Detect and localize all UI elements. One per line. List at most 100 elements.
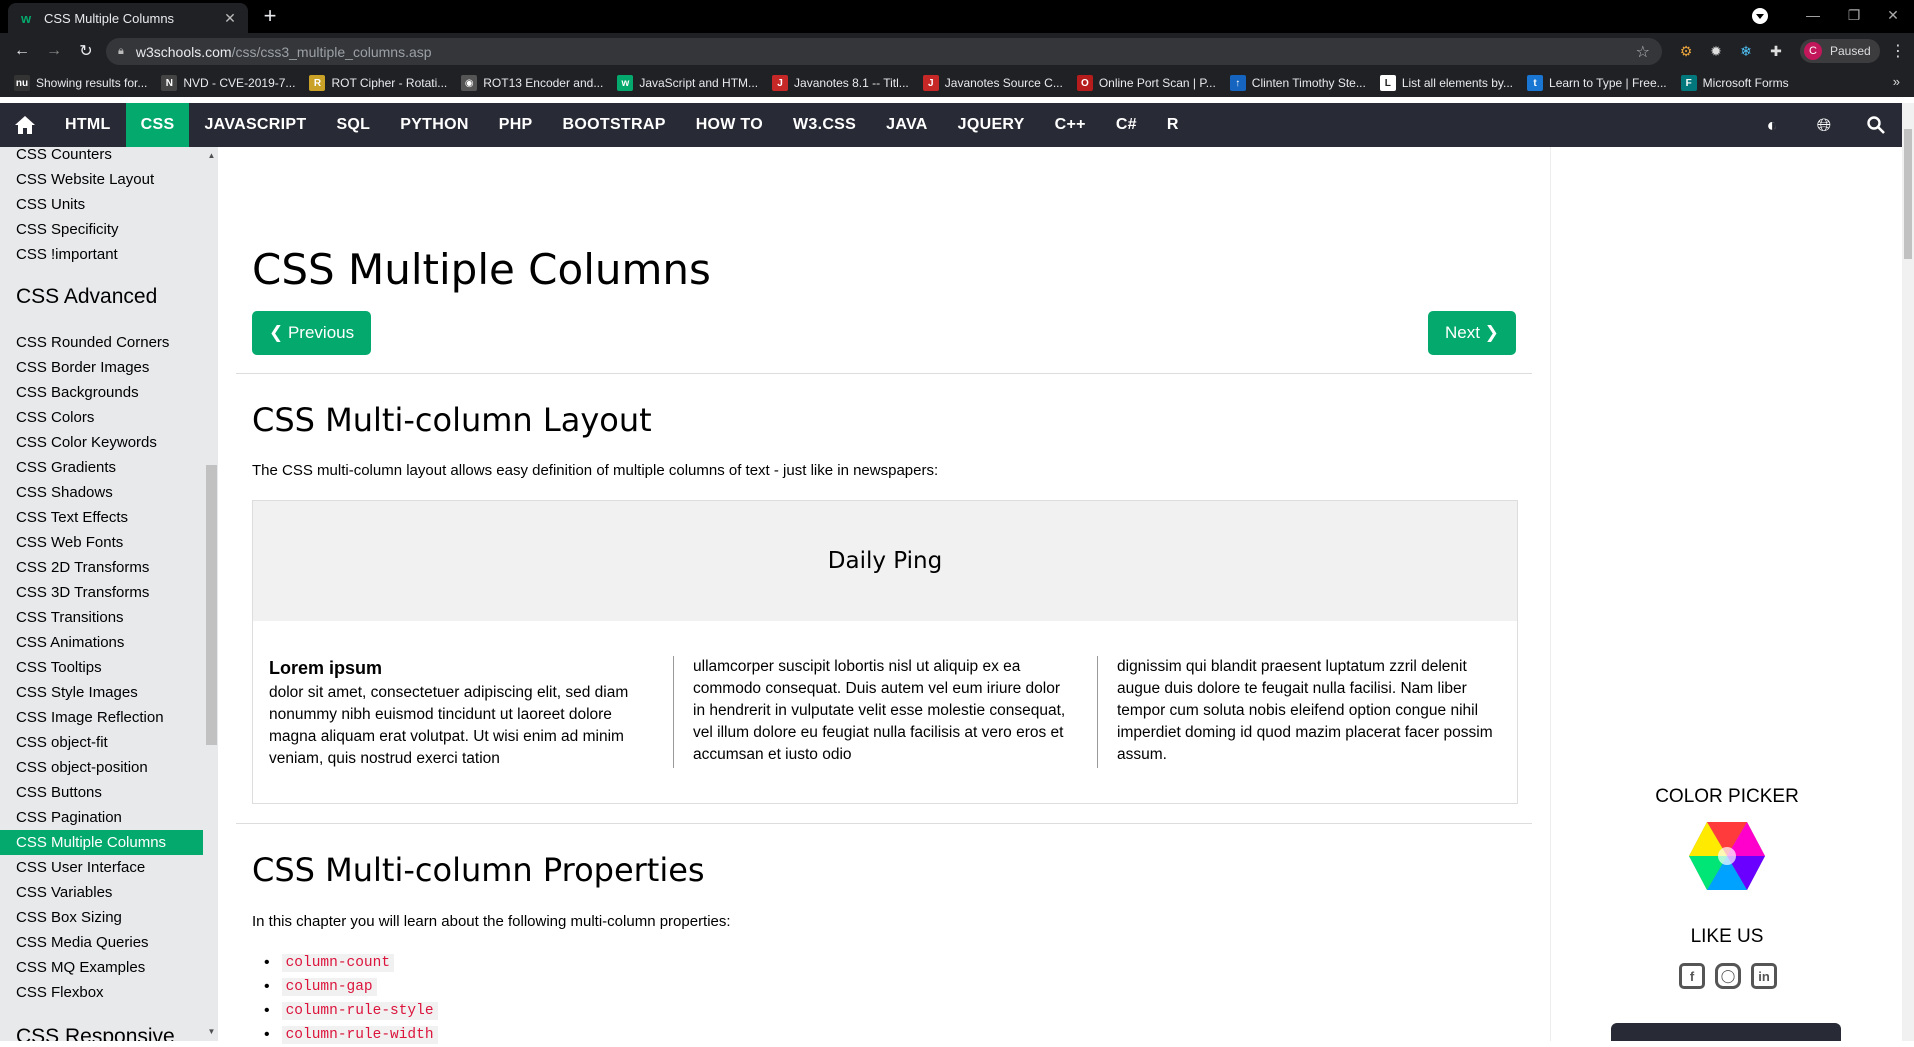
- nav-link[interactable]: SQL: [321, 103, 385, 147]
- bookmark-item[interactable]: ◉ ROT13 Encoder and...: [461, 75, 603, 91]
- bookmark-item[interactable]: O Online Port Scan | P...: [1076, 75, 1216, 91]
- sidebar-scroll-down-icon[interactable]: ▼: [206, 1027, 217, 1036]
- search-icon[interactable]: [1850, 103, 1902, 147]
- nav-link[interactable]: JAVA: [871, 103, 943, 147]
- tab-close-icon[interactable]: ✕: [222, 10, 238, 27]
- sidebar-item[interactable]: CSS Buttons: [0, 780, 203, 805]
- sidebar-item[interactable]: CSS Media Queries: [0, 930, 203, 955]
- nav-link[interactable]: HTML: [50, 103, 126, 147]
- forward-arrow-icon[interactable]: →: [42, 39, 66, 63]
- dark-mode-icon[interactable]: ◐: [1746, 103, 1798, 147]
- next-button[interactable]: Next ❯: [1428, 311, 1516, 355]
- home-icon[interactable]: [0, 103, 50, 147]
- sidebar-item[interactable]: CSS Colors: [0, 405, 203, 430]
- bookmark-item[interactable]: L List all elements by...: [1379, 75, 1513, 91]
- sidebar-item[interactable]: CSS Counters: [0, 147, 203, 167]
- back-arrow-icon[interactable]: ←: [10, 39, 34, 63]
- property-code[interactable]: column-rule-width: [281, 1026, 438, 1044]
- property-code[interactable]: column-rule-style: [281, 1002, 438, 1020]
- bookmark-item[interactable]: t Learn to Type | Free...: [1527, 75, 1667, 91]
- instagram-icon[interactable]: ◯: [1715, 963, 1741, 989]
- bookmark-item[interactable]: J Javanotes 8.1 -- Titl...: [772, 75, 909, 91]
- sidebar-scroll-up-icon[interactable]: ▲: [206, 151, 217, 160]
- sidebar-item[interactable]: CSS Gradients: [0, 455, 203, 480]
- reload-icon[interactable]: ↻: [74, 39, 98, 63]
- page-scroll-thumb[interactable]: [1904, 129, 1912, 259]
- sidebar-item[interactable]: CSS Color Keywords: [0, 430, 203, 455]
- sidebar-item[interactable]: CSS Animations: [0, 630, 203, 655]
- browser-menu-icon[interactable]: ⋮: [1890, 41, 1906, 61]
- minimize-button[interactable]: —: [1790, 0, 1836, 30]
- nav-link[interactable]: C++: [1040, 103, 1101, 147]
- bookmark-label: NVD - CVE-2019-7...: [183, 76, 296, 90]
- browser-tab[interactable]: w CSS Multiple Columns ✕: [8, 3, 248, 33]
- nav-link[interactable]: C#: [1101, 103, 1152, 147]
- sidebar-item[interactable]: CSS Tooltips: [0, 655, 203, 680]
- sidebar-item[interactable]: CSS Rounded Corners: [0, 330, 203, 355]
- new-tab-button[interactable]: +: [258, 4, 282, 28]
- bookmark-favicon-icon: nu: [14, 75, 30, 91]
- sidebar-item[interactable]: CSS Pagination: [0, 805, 203, 830]
- bookmark-item[interactable]: nu Showing results for...: [14, 75, 147, 91]
- nav-link[interactable]: CSS: [125, 103, 190, 147]
- sidebar-item[interactable]: CSS Web Fonts: [0, 530, 203, 555]
- sidebar-item[interactable]: CSS Backgrounds: [0, 380, 203, 405]
- bookmark-item[interactable]: R ROT Cipher - Rotati...: [309, 75, 447, 91]
- sidebar-item[interactable]: CSS Multiple Columns: [0, 830, 203, 855]
- bookmark-item[interactable]: w JavaScript and HTM...: [617, 75, 758, 91]
- sidebar-item[interactable]: CSS User Interface: [0, 855, 203, 880]
- sidebar-item[interactable]: CSS Box Sizing: [0, 905, 203, 930]
- nav-link[interactable]: JAVASCRIPT: [189, 103, 321, 147]
- close-window-button[interactable]: ✕: [1872, 0, 1914, 30]
- bookmark-favicon-icon: N: [161, 75, 178, 91]
- sidebar-item[interactable]: CSS Transitions: [0, 605, 203, 630]
- sidebar-item[interactable]: CSS Image Reflection: [0, 705, 203, 730]
- nav-link[interactable]: PHP: [484, 103, 548, 147]
- sidebar-item[interactable]: CSS Specificity: [0, 217, 203, 242]
- sidebar-item[interactable]: CSS 2D Transforms: [0, 555, 203, 580]
- bookmark-label: ROT13 Encoder and...: [483, 76, 604, 90]
- facebook-icon[interactable]: f: [1679, 963, 1705, 989]
- nav-link[interactable]: HOW TO: [681, 103, 778, 147]
- bookmark-item[interactable]: F Microsoft Forms: [1680, 75, 1789, 91]
- page-scrollbar[interactable]: [1902, 103, 1914, 1041]
- extensions-puzzle-icon[interactable]: ✚: [1766, 41, 1786, 61]
- sidebar-item[interactable]: CSS Variables: [0, 880, 203, 905]
- sidebar-item[interactable]: CSS Shadows: [0, 480, 203, 505]
- sidebar-item[interactable]: CSS 3D Transforms: [0, 580, 203, 605]
- extension-gear-icon[interactable]: ✹: [1706, 41, 1726, 61]
- bookmark-item[interactable]: ↑ Clinten Timothy Ste...: [1229, 75, 1366, 91]
- sidebar-item[interactable]: CSS Style Images: [0, 680, 203, 705]
- sidebar-item[interactable]: CSS object-position: [0, 755, 203, 780]
- nav-link[interactable]: W3.CSS: [778, 103, 871, 147]
- sidebar-item[interactable]: CSS Flexbox: [0, 980, 203, 1005]
- sidebar-item[interactable]: CSS Website Layout: [0, 167, 203, 192]
- sidebar-item[interactable]: CSS Border Images: [0, 355, 203, 380]
- bookmark-item[interactable]: J Javanotes Source C...: [922, 75, 1063, 91]
- bookmark-star-icon[interactable]: ☆: [1636, 42, 1650, 62]
- nav-link[interactable]: BOOTSTRAP: [548, 103, 681, 147]
- color-picker-icon[interactable]: [1687, 820, 1767, 897]
- sidebar-item[interactable]: CSS object-fit: [0, 730, 203, 755]
- extension-snowflake-icon[interactable]: ❄: [1736, 41, 1756, 61]
- extension-icon[interactable]: ⚙: [1676, 41, 1696, 61]
- tab-search-icon[interactable]: [1752, 8, 1768, 24]
- nav-link[interactable]: PYTHON: [385, 103, 483, 147]
- property-code[interactable]: column-count: [281, 954, 395, 972]
- sidebar-scroll-thumb[interactable]: [206, 465, 217, 745]
- bookmark-item[interactable]: N NVD - CVE-2019-7...: [161, 75, 295, 91]
- sidebar-item[interactable]: CSS Units: [0, 192, 203, 217]
- profile-button[interactable]: C Paused: [1800, 39, 1880, 63]
- linkedin-icon[interactable]: in: [1751, 963, 1777, 989]
- globe-icon[interactable]: 🌐︎: [1798, 103, 1850, 147]
- address-bar[interactable]: 🔒︎ w3schools.com/css/css3_multiple_colum…: [106, 38, 1662, 65]
- sidebar-item[interactable]: CSS MQ Examples: [0, 955, 203, 980]
- restore-button[interactable]: ❐: [1836, 0, 1872, 30]
- nav-link[interactable]: JQUERY: [943, 103, 1040, 147]
- bookmarks-overflow-icon[interactable]: »: [1893, 74, 1900, 89]
- nav-link[interactable]: R: [1152, 103, 1194, 147]
- property-code[interactable]: column-gap: [281, 978, 377, 996]
- sidebar-item[interactable]: CSS Text Effects: [0, 505, 203, 530]
- previous-button[interactable]: ❮ Previous: [252, 311, 372, 355]
- sidebar-item[interactable]: CSS !important: [0, 242, 203, 267]
